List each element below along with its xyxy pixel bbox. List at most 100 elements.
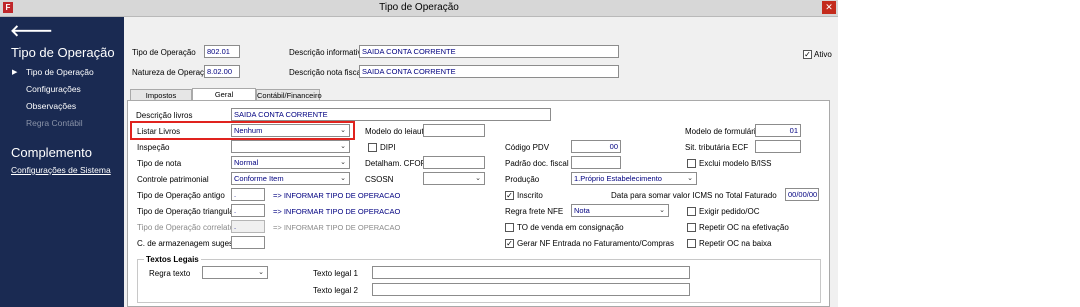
detalham-cfop-field[interactable]: [423, 156, 485, 169]
producao-value: 1.Próprio Estabelecimento: [574, 174, 662, 183]
textos-legais-group: Textos Legais Regra texto ⌄ Texto legal …: [137, 255, 821, 303]
csosn-select[interactable]: ⌄: [423, 172, 485, 185]
repetir-baixa-checkbox[interactable]: [687, 239, 696, 248]
sit-tributaria-field[interactable]: [755, 140, 801, 153]
padrao-doc-fiscal-label: Padrão doc. fiscal: [505, 159, 569, 168]
controle-patrimonial-select[interactable]: Conforme Item ⌄: [231, 172, 350, 185]
back-arrow-icon[interactable]: 🡐: [10, 20, 53, 41]
descricao-informativa-field[interactable]: SAIDA CONTA CORRENTE: [359, 45, 619, 58]
controle-patrimonial-value: Conforme Item: [234, 174, 284, 183]
csosn-label: CSOSN: [365, 175, 394, 184]
exigir-pedido-checkbox[interactable]: [687, 207, 696, 216]
listar-livros-label: Listar Livros: [137, 127, 181, 136]
codigo-pdv-label: Código PDV: [505, 143, 550, 152]
active-item-arrow-icon: ▶: [12, 69, 18, 76]
to-venda-label: TO de venda em consignação: [517, 223, 624, 232]
repetir-efetivacao-label: Repetir OC na efetivação: [699, 223, 789, 232]
padrao-doc-fiscal-field[interactable]: [571, 156, 621, 169]
regra-frete-label: Regra frete NFE: [505, 207, 564, 216]
tipo-triangular-label: Tipo de Operação triangular: [137, 207, 237, 216]
tipo-antigo-hint: => INFORMAR TIPO DE OPERACAO: [273, 191, 401, 200]
tab-contabil-financeiro[interactable]: Contábil/Financeiro: [256, 89, 322, 100]
tipo-operacao-label: Tipo de Operação: [132, 48, 196, 57]
ativo-checkbox[interactable]: ✓: [803, 50, 812, 59]
codigo-pdv-field[interactable]: 00: [571, 140, 621, 153]
texto-legal-2-field[interactable]: [372, 283, 690, 296]
inspecao-select[interactable]: ⌄: [231, 140, 350, 153]
exclui-modelo-checkbox[interactable]: [687, 159, 696, 168]
texto-legal-1-field[interactable]: [372, 266, 690, 279]
tipo-triangular-field[interactable]: .: [231, 204, 265, 217]
sidebar: 🡐 Tipo de Operação ▶ Tipo de Operação Co…: [0, 17, 124, 307]
sidebar-item-tipo-de-operacao[interactable]: Tipo de Operação: [26, 67, 94, 77]
modelo-leiaute-field[interactable]: [423, 124, 485, 137]
armazenagem-label: C. de armazenagem sugestão: [137, 239, 245, 248]
regra-texto-select[interactable]: ⌄: [202, 266, 268, 279]
chevron-down-icon: ⌄: [475, 175, 481, 182]
tipo-antigo-field[interactable]: .: [231, 188, 265, 201]
listar-livros-value: Nenhum: [234, 126, 263, 135]
chevron-down-icon: ⌄: [340, 127, 346, 134]
producao-select[interactable]: 1.Próprio Estabelecimento ⌄: [571, 172, 697, 185]
detalham-cfop-label: Detalham. CFOP: [365, 159, 426, 168]
tipo-correlato-label: Tipo de Operação correlato: [137, 223, 235, 232]
chevron-down-icon: ⌄: [659, 207, 665, 214]
gerar-nf-checkbox[interactable]: ✓: [505, 239, 514, 248]
main-content: Tipo de Operação 802.01 Natureza de Oper…: [124, 17, 838, 307]
sidebar-section2-title: Complemento: [11, 145, 92, 160]
descricao-informativa-label: Descrição informativa: [289, 48, 366, 57]
window-title: Tipo de Operação: [379, 2, 459, 13]
inscrito-label: Inscrito: [517, 191, 543, 200]
descricao-nota-fiscal-field[interactable]: SAIDA CONTA CORRENTE: [359, 65, 619, 78]
tipo-correlato-hint: => INFORMAR TIPO DE OPERACAO: [273, 223, 401, 232]
gerar-nf-label: Gerar NF Entrada no Faturamento/Compras: [517, 239, 674, 248]
modelo-leiaute-label: Modelo do leiaute: [365, 127, 429, 136]
modelo-formulario-label: Modelo de formulário: [685, 127, 761, 136]
tipo-triangular-hint: => INFORMAR TIPO DE OPERACAO: [273, 207, 401, 216]
descricao-livros-field[interactable]: SAIDA CONTA CORRENTE: [231, 108, 551, 121]
geral-panel: Descrição livros SAIDA CONTA CORRENTE Li…: [127, 100, 830, 307]
tab-impostos[interactable]: Impostos: [130, 89, 192, 100]
natureza-operacao-field[interactable]: 8.02.00: [204, 65, 240, 78]
close-icon[interactable]: ✕: [822, 1, 836, 14]
armazenagem-field[interactable]: [231, 236, 265, 249]
inscrito-checkbox[interactable]: ✓: [505, 191, 514, 200]
to-venda-checkbox[interactable]: [505, 223, 514, 232]
tab-geral[interactable]: Geral: [192, 88, 256, 100]
descricao-nota-fiscal-label: Descrição nota fiscal: [289, 68, 363, 77]
textos-legais-legend: Textos Legais: [144, 255, 201, 264]
chevron-down-icon: ⌄: [258, 269, 264, 276]
tipo-nota-label: Tipo de nota: [137, 159, 182, 168]
repetir-efetivacao-checkbox[interactable]: [687, 223, 696, 232]
sidebar-item-observacoes[interactable]: Observações: [26, 101, 76, 111]
controle-patrimonial-label: Controle patrimonial: [137, 175, 209, 184]
inspecao-label: Inspeção: [137, 143, 170, 152]
modelo-formulario-field[interactable]: 01: [755, 124, 801, 137]
sidebar-link-configuracoes-sistema[interactable]: Configurações de Sistema: [11, 165, 111, 175]
chevron-down-icon: ⌄: [340, 175, 346, 182]
chevron-down-icon: ⌄: [340, 159, 346, 166]
regra-frete-select[interactable]: Nota ⌄: [571, 204, 669, 217]
natureza-operacao-label: Natureza de Operação: [132, 68, 213, 77]
dipi-checkbox[interactable]: [368, 143, 377, 152]
sit-tributaria-label: Sit. tributária ECF: [685, 143, 749, 152]
data-somar-field[interactable]: 00/00/00: [785, 188, 819, 201]
regra-texto-label: Regra texto: [149, 269, 191, 278]
dipi-label: DIPI: [380, 143, 396, 152]
tipo-antigo-label: Tipo de Operação antigo: [137, 191, 225, 200]
exclui-modelo-label: Exclui modelo B/ISS: [699, 159, 772, 168]
chevron-down-icon: ⌄: [340, 143, 346, 150]
repetir-baixa-label: Repetir OC na baixa: [699, 239, 772, 248]
tipo-nota-value: Normal: [234, 158, 259, 167]
sidebar-section-title: Tipo de Operação: [11, 45, 115, 60]
ativo-label: Ativo: [814, 50, 832, 59]
sidebar-item-configuracoes[interactable]: Configurações: [26, 84, 81, 94]
chevron-down-icon: ⌄: [687, 175, 693, 182]
listar-livros-select[interactable]: Nenhum ⌄: [231, 124, 350, 137]
tipo-operacao-field[interactable]: 802.01: [204, 45, 240, 58]
tipo-correlato-field: .: [231, 220, 265, 233]
data-somar-label: Data para somar valor ICMS no Total Fatu…: [611, 191, 777, 200]
texto-legal-1-label: Texto legal 1: [313, 269, 358, 278]
tipo-nota-select[interactable]: Normal ⌄: [231, 156, 350, 169]
texto-legal-2-label: Texto legal 2: [313, 286, 358, 295]
